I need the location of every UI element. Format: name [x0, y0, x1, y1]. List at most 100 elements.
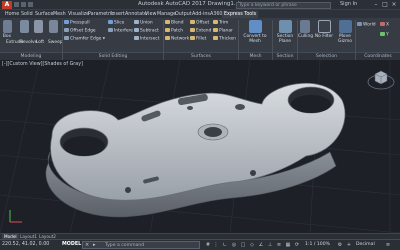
- otrack-icon[interactable]: ∠: [258, 242, 264, 248]
- new-icon[interactable]: [14, 2, 19, 7]
- ucs-world-button[interactable]: World: [357, 22, 376, 29]
- slice-button[interactable]: Slice: [108, 20, 124, 27]
- thicken-button[interactable]: Thicken: [213, 36, 236, 43]
- section-panel-label[interactable]: Section: [273, 52, 297, 60]
- customize-menu-icon[interactable]: ≡: [385, 242, 391, 248]
- trim-icon: [213, 20, 218, 24]
- transparency-icon[interactable]: ▦: [285, 242, 291, 248]
- loft-label-button[interactable]: Loft: [35, 40, 45, 45]
- ucs-x-button[interactable]: X: [380, 22, 389, 29]
- workspace-gear-icon[interactable]: ⚙: [337, 242, 343, 248]
- loft-icon: [33, 20, 43, 33]
- viewcube-icon[interactable]: [366, 64, 396, 94]
- trim-button[interactable]: Trim: [213, 20, 228, 27]
- network-button[interactable]: Network: [165, 36, 189, 43]
- autocad-logo-icon[interactable]: A: [2, 1, 12, 9]
- intersect-button[interactable]: Intersect: [134, 36, 159, 43]
- culling-icon: [300, 20, 310, 33]
- units-display[interactable]: Decimal: [356, 242, 375, 247]
- convert-to-mesh-icon: [248, 20, 262, 33]
- search-input[interactable]: Type a keyword or phrase: [236, 1, 331, 9]
- ribbon: Box Extrude Revolve Loft Sweep Modeling …: [0, 18, 400, 60]
- coordinates-panel-label[interactable]: Coordinates: [356, 52, 400, 60]
- plus-icon[interactable]: +: [346, 242, 352, 248]
- open-icon[interactable]: [21, 2, 26, 7]
- model-space-button[interactable]: MODEL: [62, 242, 81, 247]
- close-icon[interactable]: ×: [390, 1, 398, 8]
- sweep-label-button[interactable]: Sweep: [48, 40, 63, 45]
- mesh-panel-label[interactable]: Mesh: [239, 52, 272, 60]
- chamfer-edge-icon: [64, 36, 69, 40]
- ucs-y-button[interactable]: Y: [380, 32, 389, 39]
- planar-button[interactable]: Planar: [213, 28, 233, 35]
- subtract-button[interactable]: Subtract: [134, 28, 159, 35]
- grid-and-model: [0, 60, 400, 233]
- union-icon: [134, 20, 139, 24]
- ribbon-tabs: Home Solid Surface Mesh Visualize Parame…: [0, 10, 400, 18]
- no-filter-button[interactable]: No Filter: [313, 20, 335, 39]
- polar-icon[interactable]: ◎: [231, 242, 237, 248]
- subtract-icon: [134, 28, 139, 32]
- offset-icon: [190, 20, 195, 24]
- revolve-icon: [19, 20, 29, 33]
- title-bar: A Autodesk AutoCAD 2017 Drawing1.dwg Typ…: [0, 0, 400, 10]
- selection-cycling-icon[interactable]: ⟳: [294, 242, 300, 248]
- blend-button[interactable]: Blend: [165, 20, 184, 27]
- patch-icon: [165, 28, 170, 32]
- annotation-scale[interactable]: 1:1 / 100%: [305, 242, 330, 247]
- chamfer-edge-button[interactable]: Chamfer Edge ▾: [64, 36, 105, 43]
- move-gizmo-icon: [338, 20, 352, 33]
- grid-icon[interactable]: #: [205, 242, 211, 248]
- maximize-icon[interactable]: □: [381, 1, 389, 8]
- move-gizmo-button[interactable]: Move Gizmo: [336, 20, 354, 44]
- drawing-viewport[interactable]: [-][Custom View][Shades of Gray]: [0, 60, 400, 233]
- ortho-icon[interactable]: ∟: [222, 242, 228, 248]
- ucs-axes-icon: [9, 210, 22, 223]
- network-icon: [165, 36, 170, 40]
- x-axis-icon: [380, 22, 385, 26]
- section-plane-button[interactable]: Section Plane: [274, 20, 296, 44]
- box-button[interactable]: Box: [2, 20, 12, 39]
- minimize-icon[interactable]: –: [372, 1, 380, 8]
- 3d-osnap-icon[interactable]: ◇: [249, 242, 255, 248]
- close-command-icon[interactable]: ×: [85, 242, 89, 249]
- presspull-button[interactable]: Presspull: [64, 20, 90, 27]
- tab-express-tools[interactable]: Express Tools: [222, 11, 259, 18]
- sweep-icon: [48, 20, 58, 33]
- modeling-panel-label[interactable]: Modeling: [0, 52, 62, 60]
- union-button[interactable]: Union: [134, 20, 153, 27]
- command-line-input[interactable]: × ▸ Type a command: [82, 241, 200, 249]
- window-title: Autodesk AutoCAD 2017 Drawing1.dwg: [138, 1, 248, 7]
- status-bar: 220.52, 41.02, 0.00 MODEL × ▸ Type a com…: [0, 239, 400, 250]
- box-icon: [2, 20, 12, 33]
- save-icon[interactable]: [28, 2, 33, 7]
- thicken-icon: [213, 36, 218, 40]
- patch-button[interactable]: Patch: [165, 28, 183, 35]
- revolve-label-button[interactable]: Revolve: [20, 40, 37, 45]
- extrude-button[interactable]: Extrude: [6, 40, 23, 45]
- interfere-button[interactable]: Interfere: [108, 28, 133, 35]
- section-plane-icon: [278, 20, 292, 33]
- intersect-icon: [134, 36, 139, 40]
- surfaces-panel-label[interactable]: Surfaces: [164, 52, 238, 60]
- convert-to-mesh-button[interactable]: Convert to Mesh: [240, 20, 270, 44]
- revolve-button[interactable]: [18, 20, 30, 34]
- fillet-button[interactable]: Fillet: [190, 36, 206, 43]
- loft-button[interactable]: [33, 20, 43, 34]
- lineweight-icon[interactable]: ≡: [276, 242, 282, 248]
- ucs-dynamic-icon[interactable]: ⊥: [267, 242, 273, 248]
- offset-edge-button[interactable]: Offset Edge: [64, 28, 96, 35]
- offset-button[interactable]: Offset: [190, 20, 209, 27]
- extend-button[interactable]: Extend: [190, 28, 211, 35]
- solid-editing-panel-label[interactable]: Solid Editing: [63, 52, 163, 60]
- filter-icon: [317, 20, 331, 33]
- ucs-icon: [357, 22, 362, 26]
- culling-button[interactable]: Culling: [298, 20, 313, 39]
- selection-panel-label[interactable]: Selection: [298, 52, 355, 60]
- sign-in-link[interactable]: Sign In: [340, 1, 357, 7]
- osnap-icon[interactable]: □: [240, 242, 246, 248]
- 3d-model: [45, 83, 346, 218]
- sweep-button[interactable]: [46, 20, 60, 34]
- viewport-controls-label[interactable]: [-][Custom View][Shades of Gray]: [2, 62, 83, 67]
- snap-icon[interactable]: ⋮: [213, 242, 219, 248]
